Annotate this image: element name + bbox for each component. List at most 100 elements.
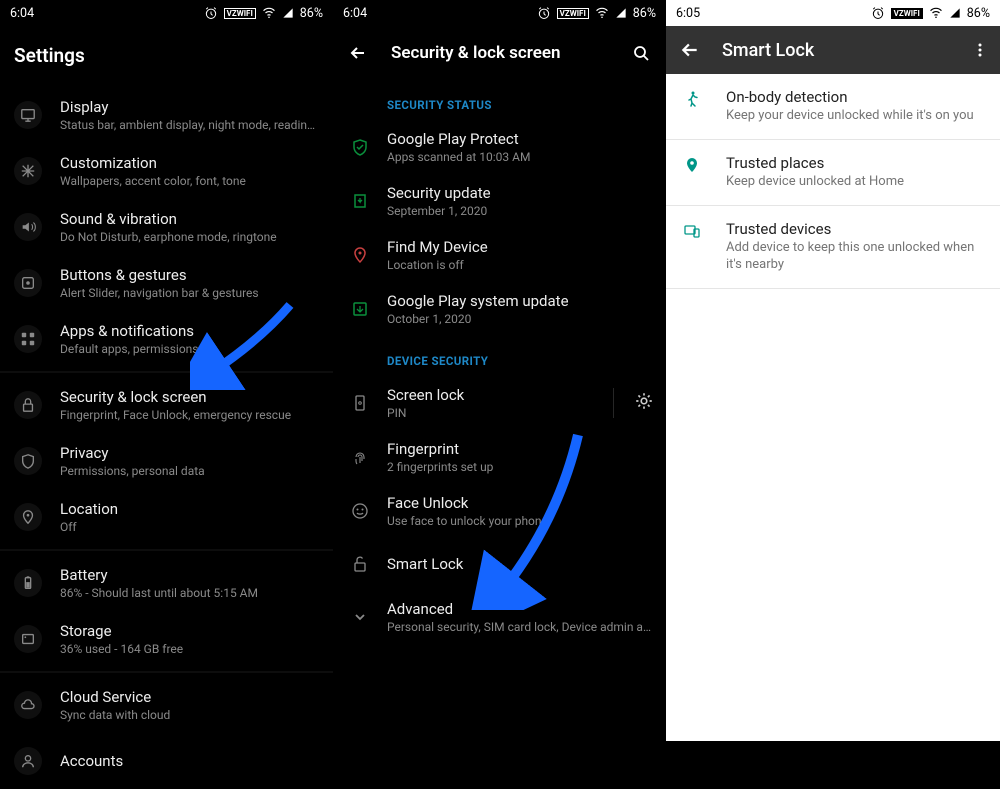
wifi-icon: [262, 6, 276, 20]
item-label: Privacy: [60, 444, 321, 462]
item-subtitle: Keep device unlocked at Home: [726, 174, 984, 191]
device-security-list: Screen lock PIN Fingerprint 2 fingerprints …: [333, 376, 666, 644]
status-icons: VZWIFI 86%: [537, 6, 656, 21]
carrier-badge: VZWIFI: [891, 8, 923, 19]
item-label: Smart Lock: [387, 555, 654, 573]
face-icon: [349, 502, 371, 520]
settings-item-privacy[interactable]: PrivacyPermissions, personal data: [0, 433, 333, 489]
settings-list: Display Status bar, ambient display, nigh…: [0, 87, 333, 789]
item-subtitle: Location is off: [387, 258, 654, 272]
security-item-smartlock[interactable]: Smart Lock: [333, 538, 666, 590]
security-item-face[interactable]: Face Unlock Use face to unlock your phone: [333, 484, 666, 538]
storage-icon: [14, 625, 42, 653]
alarm-icon: [537, 6, 551, 20]
settings-item-cloud[interactable]: Cloud ServiceSync data with cloud: [0, 677, 333, 733]
item-label: Fingerprint: [387, 440, 654, 458]
item-label: Google Play system update: [387, 292, 654, 310]
item-subtitle: Default apps, permissions: [60, 342, 321, 356]
settings-item-battery[interactable]: Battery86% - Should last until about 5:1…: [0, 555, 333, 611]
item-label: Accounts: [60, 752, 321, 770]
item-subtitle: Add device to keep this one unlocked whe…: [726, 240, 984, 274]
item-label: Storage: [60, 622, 321, 640]
settings-item-accounts[interactable]: Accounts: [0, 733, 333, 789]
separator: [0, 371, 333, 373]
item-label: On-body detection: [726, 88, 984, 106]
battery-percent: 86%: [300, 6, 323, 21]
status-time: 6:05: [676, 6, 700, 21]
privacy-icon: [14, 447, 42, 475]
smartlock-item-walk[interactable]: On-body detection Keep your device unlock…: [666, 74, 1000, 140]
item-label: Face Unlock: [387, 494, 654, 512]
item-subtitle: Status bar, ambient display, night mode,…: [60, 118, 321, 132]
item-label: Display: [60, 98, 321, 116]
system-green-icon: [349, 300, 371, 318]
walk-icon: [682, 90, 702, 108]
header: Security & lock screen: [333, 26, 666, 80]
settings-item-apps[interactable]: Apps & notifications Default apps, permis…: [0, 311, 333, 367]
security-item-shield-green[interactable]: Google Play Protect Apps scanned at 10:03…: [333, 120, 666, 174]
more-vert-icon: [971, 41, 989, 59]
item-label: Trusted devices: [726, 220, 984, 238]
item-label: Apps & notifications: [60, 322, 321, 340]
item-subtitle: Do Not Disturb, earphone mode, ringtone: [60, 230, 321, 244]
location-icon: [14, 503, 42, 531]
item-label: Buttons & gestures: [60, 266, 321, 284]
more-button[interactable]: [970, 41, 990, 59]
separator: [0, 671, 333, 673]
search-button[interactable]: [630, 44, 652, 62]
item-subtitle: 86% - Should last until about 5:15 AM: [60, 586, 321, 600]
item-subtitle: Use face to unlock your phone: [387, 514, 654, 528]
apps-icon: [14, 325, 42, 353]
item-subtitle: October 1, 2020: [387, 312, 654, 326]
security-item-phone-red[interactable]: Find My Device Location is off: [333, 228, 666, 282]
wifi-icon: [929, 6, 943, 20]
item-label: Cloud Service: [60, 688, 321, 706]
back-button[interactable]: [347, 42, 369, 64]
settings-item-location[interactable]: LocationOff: [0, 489, 333, 545]
cloud-icon: [14, 691, 42, 719]
settings-item-display[interactable]: Display Status bar, ambient display, nigh…: [0, 87, 333, 143]
alarm-icon: [871, 6, 885, 20]
item-subtitle: Wallpapers, accent color, font, tone: [60, 174, 321, 188]
alarm-icon: [204, 6, 218, 20]
gear-button[interactable]: [634, 391, 654, 415]
phone-red-icon: [349, 246, 371, 264]
settings-item-customization[interactable]: CustomizationWallpapers, accent color, f…: [0, 143, 333, 199]
item-label: Security & lock screen: [60, 388, 321, 406]
buttons-icon: [14, 269, 42, 297]
battery-percent: 86%: [967, 6, 990, 21]
item-label: Screen lock: [387, 386, 603, 404]
customization-icon: [14, 157, 42, 185]
security-item-lockscreen[interactable]: Screen lock PIN: [333, 376, 666, 430]
devices-icon: [682, 222, 702, 240]
signal-icon: [282, 7, 294, 19]
item-label: Security update: [387, 184, 654, 202]
back-button[interactable]: [676, 40, 704, 60]
item-subtitle: Off: [60, 520, 321, 534]
security-item-chevron[interactable]: AdvancedPersonal security, SIM card lock…: [333, 590, 666, 644]
security-item-fingerprint[interactable]: Fingerprint 2 fingerprints set up: [333, 430, 666, 484]
item-subtitle: September 1, 2020: [387, 204, 654, 218]
smartlock-list: On-body detection Keep your device unlock…: [666, 74, 1000, 289]
security-item-system-green[interactable]: Google Play system update October 1, 2020: [333, 282, 666, 336]
item-label: Find My Device: [387, 238, 654, 256]
status-bar: 6:05 VZWIFI 86%: [666, 0, 1000, 26]
item-label: Google Play Protect: [387, 130, 654, 148]
wifi-icon: [595, 6, 609, 20]
carrier-badge: VZWIFI: [224, 8, 256, 19]
settings-item-sound[interactable]: Sound & vibrationDo Not Disturb, earphon…: [0, 199, 333, 255]
smartlock-item-pin[interactable]: Trusted placesKeep device unlocked at Ho…: [666, 140, 1000, 206]
security-item-update-green[interactable]: Security update September 1, 2020: [333, 174, 666, 228]
security-status-list: Google Play Protect Apps scanned at 10:03…: [333, 120, 666, 336]
settings-item-lock[interactable]: Security & lock screenFingerprint, Face …: [0, 377, 333, 433]
status-bar: 6:04 VZWIFI 86%: [333, 0, 666, 26]
carrier-badge: VZWIFI: [557, 8, 589, 19]
settings-item-storage[interactable]: Storage36% used - 164 GB free: [0, 611, 333, 667]
settings-item-buttons[interactable]: Buttons & gesturesAlert Slider, navigati…: [0, 255, 333, 311]
item-subtitle: 2 fingerprints set up: [387, 460, 654, 474]
settings-pane: 6:04 VZWIFI 86% Settings DisplayStatus b…: [0, 0, 333, 741]
item-subtitle: Apps scanned at 10:03 AM: [387, 150, 654, 164]
item-subtitle: Keep your device unlocked while it's on …: [726, 108, 984, 125]
smartlock-item-devices[interactable]: Trusted devices Add device to keep this o…: [666, 206, 1000, 289]
item-subtitle: PIN: [387, 406, 603, 420]
